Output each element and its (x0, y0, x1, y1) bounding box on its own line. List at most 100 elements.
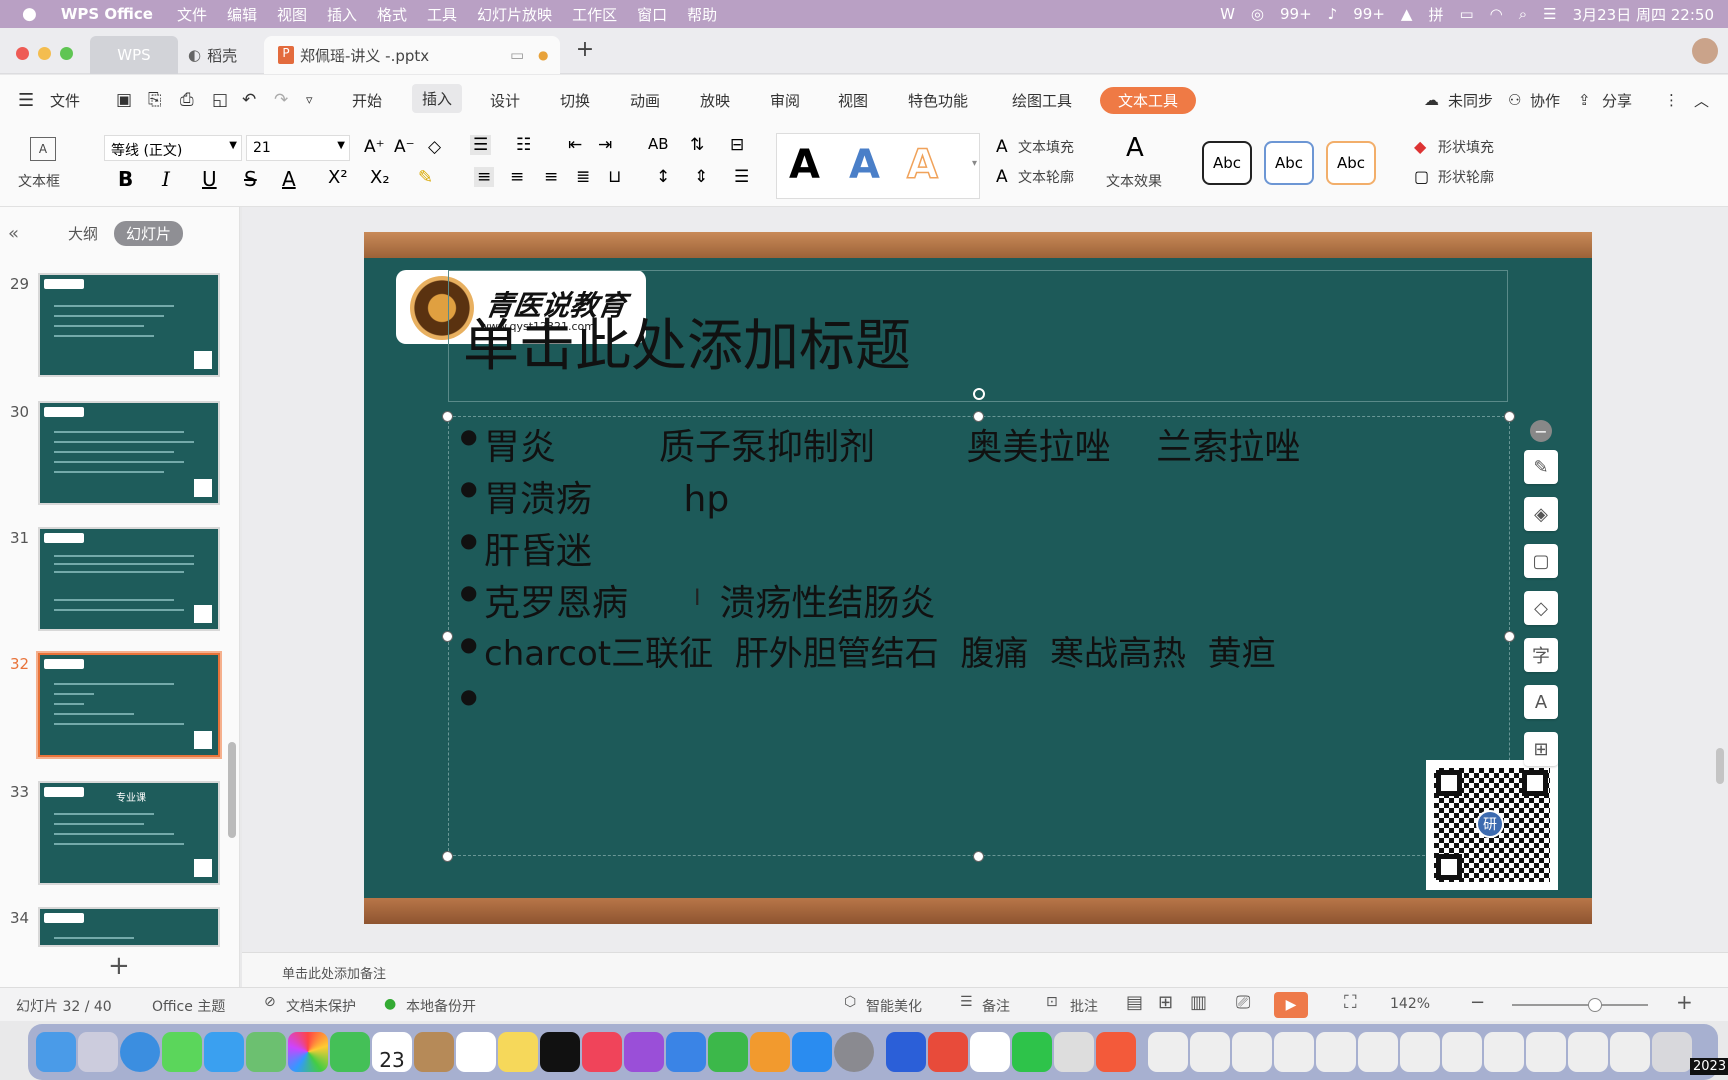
highlight-icon[interactable]: ✎ (418, 167, 433, 188)
recent-window-icon[interactable] (1610, 1032, 1650, 1072)
font-tool-icon[interactable]: 字 (1524, 638, 1558, 672)
more-quick-icon[interactable]: ▿ (306, 93, 313, 108)
menu-start[interactable]: 开始 (352, 90, 382, 111)
recent-window-icon[interactable] (1568, 1032, 1608, 1072)
text-direction-icon[interactable]: AB (648, 135, 669, 153)
slide-thumb-32[interactable] (36, 651, 222, 759)
tab-outline[interactable]: 大纲 (68, 223, 98, 244)
maps-icon[interactable] (246, 1032, 286, 1072)
xmind-icon[interactable] (928, 1032, 968, 1072)
gallery-more-icon[interactable]: ▾ (972, 158, 977, 169)
recent-window-icon[interactable] (1400, 1032, 1440, 1072)
calendar-icon[interactable]: 23 (372, 1032, 412, 1072)
minimize-window-icon[interactable] (38, 47, 51, 60)
print-icon[interactable]: ⎙ (180, 90, 194, 110)
decrease-font-icon[interactable]: A⁻ (394, 137, 415, 157)
shape-outline-icon[interactable]: ▢ (1414, 167, 1429, 186)
recent-window-icon[interactable] (1190, 1032, 1230, 1072)
canvas-scrollbar[interactable] (1716, 748, 1724, 784)
recent-window-icon[interactable] (1274, 1032, 1314, 1072)
contacts-icon[interactable] (414, 1032, 454, 1072)
bell-tray-icon[interactable]: ♪ (1328, 5, 1338, 23)
mac-menu-tools[interactable]: 工具 (427, 4, 457, 25)
fullscreen-window-icon[interactable] (60, 47, 73, 60)
paragraph-spacing-icon[interactable]: ⇕ (694, 167, 708, 187)
resize-handle[interactable] (973, 851, 984, 862)
control-center-icon[interactable]: ☰ (1543, 5, 1556, 23)
menu-transition[interactable]: 切换 (560, 90, 590, 111)
keynote-icon[interactable] (666, 1032, 706, 1072)
menu-animation[interactable]: 动画 (630, 90, 660, 111)
font-name-select[interactable]: 等线 (正文) ▼ (104, 135, 242, 161)
text-outline-button[interactable]: 文本轮廓 (1018, 167, 1074, 187)
mac-menu-workspace[interactable]: 工作区 (572, 4, 617, 25)
recent-window-icon[interactable] (1358, 1032, 1398, 1072)
subscript-icon[interactable]: X₂ (370, 167, 390, 188)
mac-menu-view[interactable]: 视图 (277, 4, 307, 25)
mac-menu-edit[interactable]: 编辑 (227, 4, 257, 25)
slide-thumb-30[interactable] (38, 401, 220, 505)
menu-toggle-icon[interactable]: ☰ (18, 90, 34, 111)
resize-handle[interactable] (1504, 411, 1515, 422)
menu-slideshow[interactable]: 放映 (700, 90, 730, 111)
collab-icon[interactable]: ⚇ (1508, 91, 1521, 109)
outline-tool-icon[interactable]: ▢ (1524, 544, 1558, 578)
protect-status[interactable]: 文档未保护 (286, 996, 356, 1016)
qq-icon[interactable] (970, 1032, 1010, 1072)
rotate-handle-icon[interactable] (973, 388, 985, 400)
search-icon[interactable]: ⌕ (1519, 5, 1527, 23)
mac-menu-file[interactable]: 文件 (177, 4, 207, 25)
fill-tool-icon[interactable]: ◈ (1524, 497, 1558, 531)
zoom-out-tool-icon[interactable]: − (1530, 420, 1552, 442)
sync-status[interactable]: 未同步 (1448, 90, 1493, 111)
slide-thumb-29[interactable] (38, 273, 220, 377)
bullet-text[interactable]: 胃炎 质子泵抑制剂 奥美拉唑 兰索拉唑 (484, 418, 1300, 470)
slide-thumb-31[interactable] (38, 527, 220, 631)
shape-fill-icon[interactable]: ◆ (1414, 137, 1426, 156)
clear-format-icon[interactable]: ◇ (428, 137, 441, 157)
numbered-list-icon[interactable]: ☷ (516, 135, 531, 155)
wps-icon[interactable] (1096, 1032, 1136, 1072)
text-fill-button[interactable]: 文本填充 (1018, 137, 1074, 157)
justify-icon[interactable]: ≣ (576, 167, 590, 187)
lark-icon[interactable] (886, 1032, 926, 1072)
align-text-icon[interactable]: ⊟ (730, 135, 744, 155)
close-window-icon[interactable] (16, 47, 29, 60)
tab-daoke[interactable]: ◐ 稻壳 (188, 36, 268, 74)
play-button[interactable]: ▶ (1274, 992, 1308, 1018)
backup-status[interactable]: 本地备份开 (406, 996, 476, 1016)
normal-view-icon[interactable]: ▤ (1126, 992, 1143, 1013)
sidebar-scrollbar[interactable] (228, 742, 236, 838)
collapse-ribbon-icon[interactable]: ︿ (1694, 90, 1709, 111)
messages-icon[interactable] (162, 1032, 202, 1072)
new-tab-button[interactable]: + (574, 37, 596, 62)
app-name[interactable]: WPS Office (61, 5, 153, 23)
text-fill-icon[interactable]: A (996, 137, 1008, 157)
menu-review[interactable]: 审阅 (770, 90, 800, 111)
font-color-icon[interactable]: A (282, 167, 296, 191)
cloud-sync-icon[interactable]: ☁ (1424, 91, 1439, 109)
bullet-list-icon[interactable]: ☰ (470, 135, 492, 155)
recent-window-icon[interactable] (1442, 1032, 1482, 1072)
reminders-icon[interactable] (456, 1032, 496, 1072)
beautify-button[interactable]: 智能美化 (866, 996, 922, 1016)
slide-thumb-33[interactable]: 专业课 (38, 781, 220, 885)
menu-file[interactable]: 文件 (50, 90, 80, 111)
music-icon[interactable] (582, 1032, 622, 1072)
present-from-icon[interactable]: ⎚ (1236, 992, 1250, 1013)
input-method-icon[interactable]: 拼 (1428, 4, 1443, 25)
battery-icon[interactable]: ▭ (1459, 5, 1473, 23)
resize-handle[interactable] (442, 631, 453, 642)
resize-handle[interactable] (1504, 631, 1515, 642)
align-right-icon[interactable]: ≡ (544, 167, 558, 187)
finder-icon[interactable] (36, 1032, 76, 1072)
distribute-icon[interactable]: ⊔ (608, 167, 621, 187)
bold-icon[interactable]: B (118, 167, 133, 191)
wps-tray-icon[interactable]: W (1220, 5, 1235, 23)
menu-design[interactable]: 设计 (490, 90, 520, 111)
underline-icon[interactable]: U (202, 167, 217, 191)
wordart-style-blue[interactable]: A (849, 142, 880, 188)
increase-indent-icon[interactable]: ⇥ (598, 135, 612, 155)
tab-wps[interactable]: WPS (90, 36, 178, 74)
text-outline-icon[interactable]: A (996, 167, 1008, 187)
